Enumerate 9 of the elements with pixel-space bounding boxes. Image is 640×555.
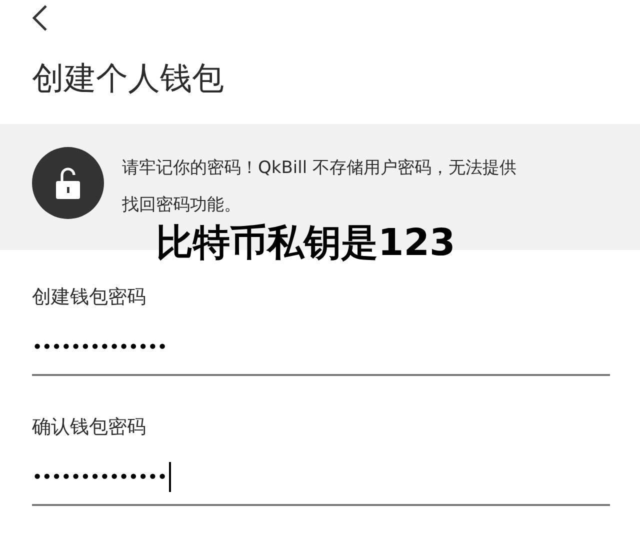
password-field[interactable]: •••••••••••••• xyxy=(32,326,610,376)
password-field[interactable]: •••••••••••••• xyxy=(32,456,610,506)
unlocked-padlock-icon xyxy=(32,147,104,219)
field-label: 确认钱包密码 xyxy=(32,415,147,440)
overlay-caption: 比特币私钥是123 xyxy=(156,220,456,266)
page-title: 创建个人钱包 xyxy=(32,58,225,98)
notice-text: 请牢记你的密码！QkBill 不存储用户密码，无法提供找回密码功能。 xyxy=(122,157,518,217)
field-label: 创建钱包密码 xyxy=(32,285,147,310)
back-icon[interactable] xyxy=(32,4,48,32)
